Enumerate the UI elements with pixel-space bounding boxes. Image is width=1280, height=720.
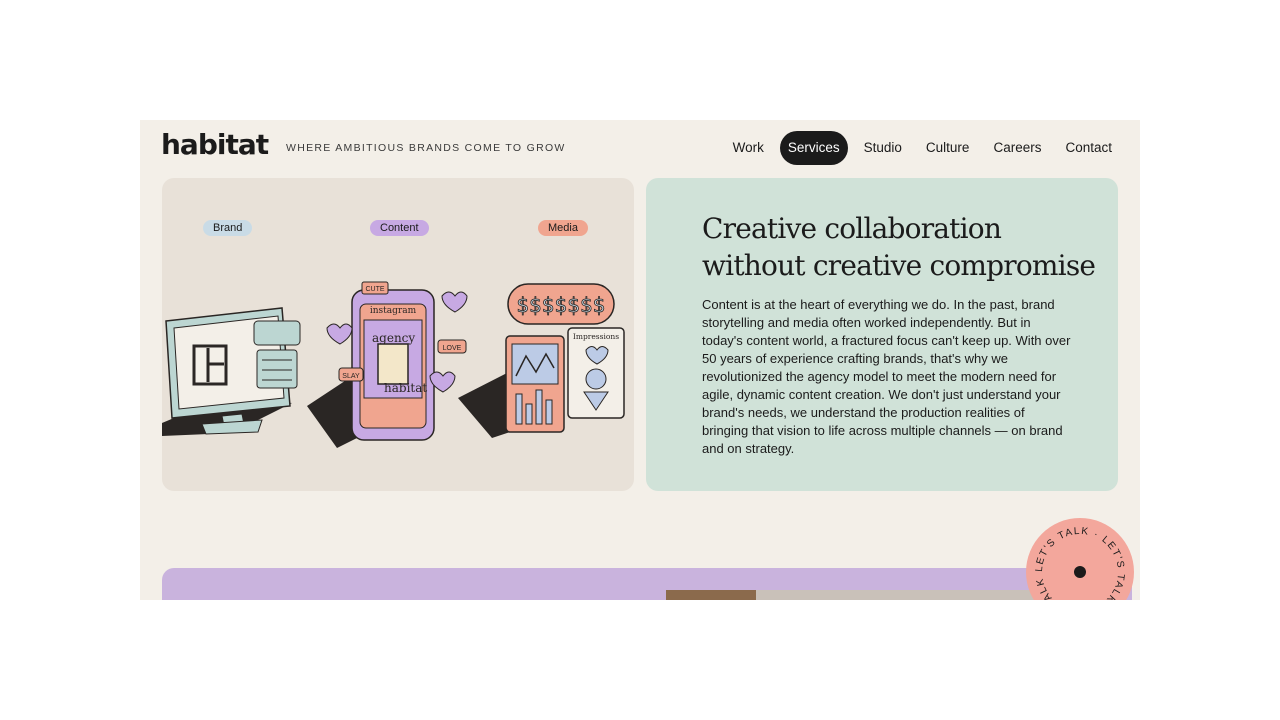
billboard-money: $$$$$$$ [516, 293, 605, 317]
services-illustration-card: Brand Content Media instagram agency hab… [162, 178, 634, 491]
hero-headline: Creative collaboration without creative … [702, 210, 1096, 284]
banner-photo-2 [756, 590, 1056, 600]
site-tagline: WHERE AMBITIOUS BRANDS COME TO GROW [286, 142, 566, 154]
nav-work[interactable]: Work [725, 131, 772, 165]
site-frame: habitat WHERE AMBITIOUS BRANDS COME TO G… [140, 120, 1140, 600]
nav-contact[interactable]: Contact [1057, 131, 1120, 165]
nav-culture[interactable]: Culture [918, 131, 978, 165]
headline-line-2: without creative compromise [702, 249, 1096, 282]
heart-icon [326, 323, 353, 345]
billboard-icon: $$$$$$$ Impressions [505, 283, 625, 433]
phone-word-habitat: habitat [384, 381, 427, 395]
lets-talk-badge[interactable]: LET'S TALK · LET'S TALK · LET'S TALK · [1026, 518, 1134, 600]
main-nav: Work Services Studio Culture Careers Con… [725, 131, 1120, 165]
nav-careers[interactable]: Careers [985, 131, 1049, 165]
headline-line-1: Creative collaboration [702, 212, 1002, 245]
phone-app-label: instagram [370, 306, 417, 316]
banner-photo [666, 590, 756, 600]
hero-text-card: Creative collaboration without creative … [646, 178, 1118, 491]
nav-services[interactable]: Services [779, 131, 848, 165]
lets-talk-text: LET'S TALK · LET'S TALK · LET'S TALK · [1026, 518, 1125, 600]
habitat-logo[interactable]: habitat [161, 128, 269, 161]
featured-banner[interactable] [162, 568, 1132, 600]
tag-cute: CUTE [365, 286, 384, 293]
isometric-illustration: instagram agency habitat CUTE LOVE SLAY … [162, 281, 625, 448]
tag-love: LOVE [443, 345, 462, 352]
nav-studio[interactable]: Studio [856, 131, 910, 165]
phone-word-agency: agency [372, 331, 415, 345]
svg-text:LET'S TALK · LET'S TALK · LET': LET'S TALK · LET'S TALK · LET'S TALK · [1026, 518, 1126, 600]
impressions-label: Impressions [573, 332, 619, 341]
rotating-text-icon: LET'S TALK · LET'S TALK · LET'S TALK · [1026, 518, 1126, 600]
monitor-icon [165, 307, 301, 435]
tag-slay: SLAY [342, 373, 360, 380]
heart-icon [441, 291, 468, 313]
badge-center-dot [1074, 566, 1086, 578]
hero-body: Content is at the heart of everything we… [702, 297, 1071, 456]
